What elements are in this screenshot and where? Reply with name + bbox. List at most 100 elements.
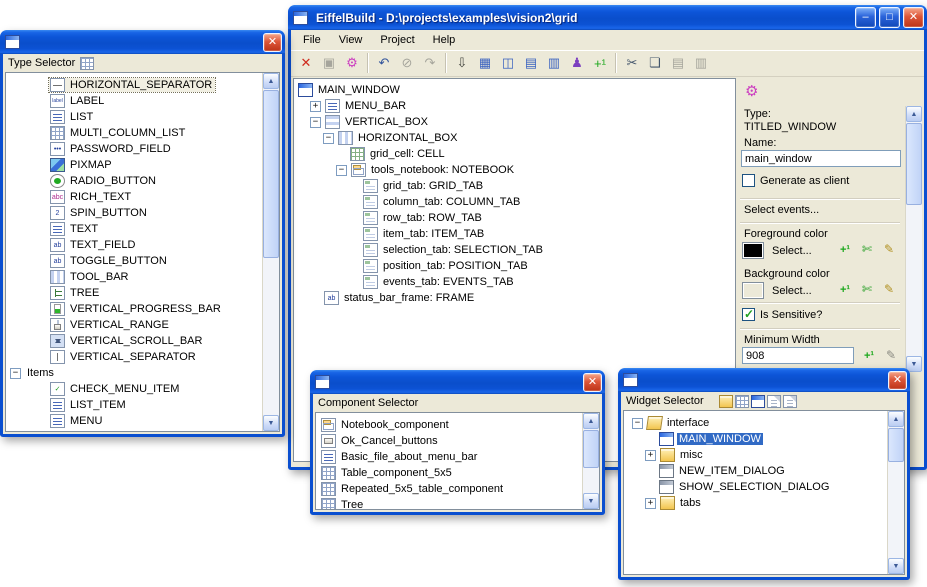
collapse-icon[interactable]: − <box>632 418 643 429</box>
title-bar[interactable]: ✕ <box>0 30 285 54</box>
layout-tree-item[interactable]: −HORIZONTAL_BOX <box>297 130 735 146</box>
redo-button[interactable]: ↷ <box>419 52 441 74</box>
select-events-button[interactable]: Select events... <box>744 204 819 216</box>
layout-tree-item[interactable]: column_tab: COLUMN_TAB <box>297 194 735 210</box>
type-item[interactable]: PIXMAP <box>10 157 279 173</box>
menu-project[interactable]: Project <box>371 32 423 48</box>
scroll-down-button[interactable]: ▼ <box>888 558 904 574</box>
type-item[interactable]: LIST <box>10 109 279 125</box>
expand-icon[interactable]: + <box>310 101 321 112</box>
collapse-icon[interactable]: − <box>310 117 321 128</box>
menu-file[interactable]: File <box>294 32 330 48</box>
undo-button[interactable]: ↶ <box>373 52 395 74</box>
component-item[interactable]: Notebook_component <box>320 417 599 433</box>
pick-drop-button[interactable]: ▥ <box>690 52 712 74</box>
layout-tree-item[interactable]: grid_cell: CELL <box>297 146 735 162</box>
fg-edit-button[interactable]: ✎ <box>884 243 894 255</box>
widget-tree-item[interactable]: MAIN_WINDOW <box>632 431 904 447</box>
expand-icon[interactable]: + <box>645 498 656 509</box>
layout-tree-item[interactable]: grid_tab: GRID_TAB <box>297 178 735 194</box>
collapse-icon[interactable]: − <box>336 165 347 176</box>
objects-button[interactable]: ♟ <box>566 52 588 74</box>
scroll-thumb[interactable] <box>583 430 599 468</box>
background-select-button[interactable]: Select... <box>772 285 812 297</box>
minimize-button[interactable]: – <box>855 7 876 28</box>
scroll-up-button[interactable]: ▲ <box>583 413 599 429</box>
is-sensitive-checkbox[interactable] <box>742 308 755 321</box>
type-item[interactable]: TREE <box>10 285 279 301</box>
collapse-icon[interactable]: − <box>10 368 21 379</box>
layout-tree-item[interactable]: −tools_notebook: NOTEBOOK <box>297 162 735 178</box>
close-button[interactable]: ✕ <box>583 373 602 392</box>
view-grid-button[interactable]: ▦ <box>474 52 496 74</box>
close-button[interactable]: ✕ <box>888 371 907 390</box>
title-bar[interactable]: ✕ <box>618 368 910 392</box>
title-bar[interactable]: EiffelBuild - D:\projects\examples\visio… <box>288 5 927 30</box>
expand-all-icon[interactable] <box>735 395 749 408</box>
cancel-button[interactable]: ⊘ <box>396 52 418 74</box>
view-tools-button[interactable]: ▥ <box>543 52 565 74</box>
type-item[interactable]: PASSWORD_FIELD <box>10 141 279 157</box>
layout-tree-item[interactable]: events_tab: EVENTS_TAB <box>297 274 735 290</box>
type-item[interactable]: MULTI_COLUMN_LIST <box>10 125 279 141</box>
close-button[interactable]: ✕ <box>903 7 924 28</box>
layout-tree-item[interactable]: selection_tab: SELECTION_TAB <box>297 242 735 258</box>
scroll-down-button[interactable]: ▼ <box>583 493 599 509</box>
maximize-button[interactable]: □ <box>879 7 900 28</box>
show-window-icon[interactable] <box>751 395 765 408</box>
name-input[interactable] <box>741 150 901 167</box>
type-item[interactable]: TOOL_BAR <box>10 269 279 285</box>
view-split-button[interactable]: ◫ <box>497 52 519 74</box>
bg-plus-one-button[interactable]: +¹ <box>840 284 850 296</box>
type-item[interactable]: RADIO_BUTTON <box>10 173 279 189</box>
layout-tree-item[interactable]: −VERTICAL_BOX <box>297 114 735 130</box>
collapse-icon[interactable]: − <box>323 133 334 144</box>
layout-tree-item[interactable]: item_tab: ITEM_TAB <box>297 226 735 242</box>
scroll-thumb[interactable] <box>888 428 904 462</box>
type-item[interactable]: TOGGLE_BUTTON <box>10 253 279 269</box>
scroll-down-button[interactable]: ▼ <box>263 415 279 431</box>
component-item[interactable]: Table_component_5x5 <box>320 465 599 481</box>
save-button[interactable]: ▣ <box>318 52 340 74</box>
expand-icon[interactable]: + <box>645 450 656 461</box>
background-swatch[interactable] <box>742 282 764 299</box>
scroll-thumb[interactable] <box>906 123 922 205</box>
cut-button[interactable]: ✂ <box>621 52 643 74</box>
title-bar[interactable]: ✕ <box>310 370 605 394</box>
component-item[interactable]: Tree <box>320 497 599 510</box>
generate-client-checkbox[interactable] <box>742 174 755 187</box>
type-item[interactable]: VERTICAL_SCROLL_BAR <box>10 333 279 349</box>
fg-pick-button[interactable]: ✄ <box>862 243 872 255</box>
menu-help[interactable]: Help <box>424 32 465 48</box>
bg-pick-button[interactable]: ✄ <box>862 283 872 295</box>
layout-tree-item[interactable]: status_bar_frame: FRAME <box>297 290 735 306</box>
type-item[interactable]: TEXT_FIELD <box>10 237 279 253</box>
component-item[interactable]: Repeated_5x5_table_component <box>320 481 599 497</box>
scroll-up-button[interactable]: ▲ <box>263 73 279 89</box>
scroll-up-button[interactable]: ▲ <box>906 106 922 122</box>
paste-icon[interactable] <box>783 395 797 408</box>
type-item[interactable]: TEXT <box>10 221 279 237</box>
type-item[interactable]: −Items <box>10 365 279 381</box>
generate-button[interactable]: ⇩ <box>451 52 473 74</box>
delete-button[interactable]: ✕ <box>295 52 317 74</box>
scroll-thumb[interactable] <box>263 90 279 258</box>
bg-edit-button[interactable]: ✎ <box>884 283 894 295</box>
component-item[interactable]: Basic_file_about_menu_bar <box>320 449 599 465</box>
type-item[interactable]: VERTICAL_RANGE <box>10 317 279 333</box>
close-button[interactable]: ✕ <box>263 33 282 52</box>
foreground-select-button[interactable]: Select... <box>772 245 812 257</box>
copy-icon[interactable] <box>767 395 781 408</box>
widget-tree-item[interactable]: +misc <box>632 447 904 463</box>
widget-tree-item[interactable]: −interface <box>632 415 904 431</box>
type-item[interactable]: SPIN_BUTTON <box>10 205 279 221</box>
type-item[interactable]: RICH_TEXT <box>10 189 279 205</box>
min-width-edit-button[interactable]: ✎ <box>886 349 896 361</box>
layout-tree-item[interactable]: +MENU_BAR <box>297 98 735 114</box>
type-item[interactable]: VERTICAL_SEPARATOR <box>10 349 279 365</box>
plus-one-button[interactable]: +¹ <box>589 52 611 74</box>
minimum-width-input[interactable] <box>742 347 854 364</box>
widget-tree-item[interactable]: +tabs <box>632 495 904 511</box>
widget-tree-item[interactable]: SHOW_SELECTION_DIALOG <box>632 479 904 495</box>
copy-button[interactable]: ❏ <box>644 52 666 74</box>
